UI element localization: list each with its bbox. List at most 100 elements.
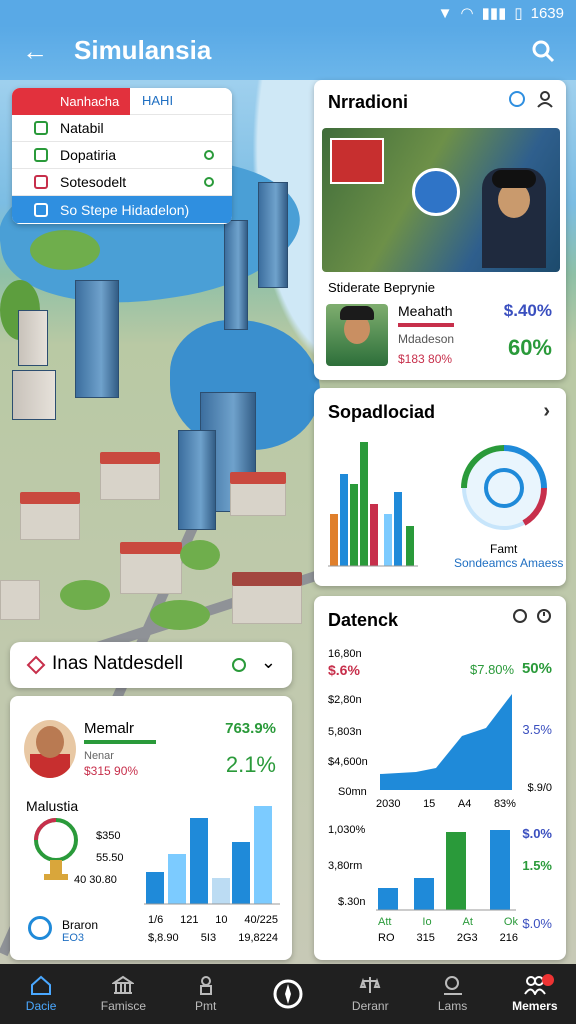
back-arrow-icon[interactable]: ← — [22, 36, 52, 66]
bar — [212, 878, 230, 904]
y-label: 5,803n — [328, 726, 362, 738]
x-label: Att — [378, 916, 392, 928]
bottom-navigation: Dacie Famisce Pmt Deranr Lams Memers — [0, 964, 576, 1024]
y-label: 1,030% — [328, 824, 366, 836]
x-label: 15 — [423, 798, 436, 810]
news-person-row[interactable]: Meahath Mdadeson $183 80% $.40% 60% — [314, 297, 566, 373]
roof — [120, 542, 182, 554]
signal-icon: ▮▮▮ — [481, 5, 507, 22]
data-title: Datenck — [328, 610, 399, 630]
checkbox-icon — [34, 121, 48, 135]
screen: ▼ ◠ ▮▮▮ ▯ 1639 ← Simulansia Nanhacha HAH… — [0, 0, 576, 1024]
checkbox-icon — [34, 202, 48, 217]
diamond-pin-icon — [26, 655, 46, 675]
stat-a: $.40% — [503, 301, 552, 320]
building — [20, 500, 80, 540]
stats-title: Sopadlociad — [328, 402, 436, 422]
building — [230, 480, 286, 516]
bar — [378, 888, 398, 910]
news-image[interactable] — [322, 128, 560, 272]
nav-item-members[interactable]: Memers — [494, 964, 576, 1024]
x-label: 1/6 — [148, 914, 164, 926]
layer-legend-panel: Nanhacha HAHI Natabil Dopatiria Sotesode… — [12, 88, 232, 224]
chevron-down-icon[interactable]: ⌄ — [261, 652, 276, 673]
legend-item[interactable]: Natabil — [12, 115, 232, 142]
location-card[interactable]: Inas Natdesdell ⌄ — [10, 642, 292, 688]
bar — [190, 818, 208, 904]
radio-icon — [204, 150, 214, 160]
officer-figure — [482, 168, 546, 268]
tree — [60, 580, 110, 610]
bar — [384, 514, 392, 566]
left-val: $350 — [96, 830, 121, 842]
legend-item[interactable]: Nanhacha HAHI — [12, 88, 232, 115]
chevron-right-icon[interactable]: › — [543, 400, 550, 423]
avatar[interactable] — [24, 720, 76, 778]
left-val: 40 30.80 — [74, 874, 117, 886]
tree — [150, 600, 210, 630]
home-icon — [31, 975, 52, 995]
nav-item-pmt[interactable]: Pmt — [165, 964, 247, 1024]
bar — [490, 830, 510, 910]
row1-right: 50% — [521, 660, 552, 677]
building — [232, 580, 302, 624]
roof — [100, 452, 160, 464]
stat-b: 60% — [507, 335, 552, 360]
skyscraper — [18, 310, 48, 366]
profile-bar-chart — [144, 806, 280, 905]
y-label: 16,80n — [328, 648, 362, 660]
legend-item[interactable]: Sotesodelt — [12, 169, 232, 196]
legend-item-label: Nanhacha — [60, 94, 120, 109]
emblem-icon — [330, 138, 384, 184]
clock-icon[interactable] — [536, 608, 552, 624]
news-title: Nrradioni — [328, 92, 409, 112]
nav-item-home[interactable]: Dacie — [0, 964, 82, 1024]
x-label: 40/225 — [244, 914, 278, 926]
statistics-panel: Sopadlociad › Famt Sondeamcs Amaess — [314, 388, 566, 586]
refresh-icon[interactable] — [28, 916, 52, 940]
x-value: 315 — [416, 932, 435, 944]
bar — [330, 514, 338, 566]
bar — [360, 442, 368, 566]
roof — [230, 472, 286, 484]
legend-item-label: Sotesodelt — [60, 174, 127, 190]
refresh-icon[interactable] — [230, 656, 248, 674]
x-value: 216 — [499, 932, 518, 944]
search-icon[interactable] — [528, 36, 558, 66]
nav-item-gov[interactable]: Famisce — [82, 964, 164, 1024]
page-title: Simulansia — [74, 35, 212, 65]
bar-right: $.0% — [522, 826, 552, 841]
gauge-label: Famt — [490, 542, 518, 556]
location-title: Inas Natdesdell — [52, 653, 183, 674]
info-icon[interactable] — [508, 90, 526, 108]
wifi-icon: ◠ — [460, 5, 474, 22]
x-label: Ok — [503, 916, 518, 928]
bar-chart — [376, 830, 516, 911]
status-bar: ▼ ◠ ▮▮▮ ▯ 1639 — [0, 0, 576, 26]
info-icon[interactable] — [512, 608, 528, 624]
bar — [414, 878, 434, 910]
profile-icon[interactable] — [536, 90, 554, 108]
building — [0, 580, 40, 620]
legend-item[interactable]: So Stepe Hidadelon) — [12, 196, 232, 223]
bar — [370, 504, 378, 566]
location-icon: ▼ — [437, 4, 453, 22]
area-right: $.9/0 — [527, 782, 552, 794]
avatar — [326, 304, 388, 366]
skyscraper — [12, 370, 56, 420]
nav-item-deranr[interactable]: Deranr — [329, 964, 411, 1024]
bottom-sub: EO3 — [62, 932, 85, 944]
profile-x-axis: 1/6 121 10 40/225 — [148, 914, 278, 926]
x-value: 2G3 — [456, 932, 478, 944]
notification-badge — [541, 974, 554, 986]
nav-item-lams[interactable]: Lams — [411, 964, 493, 1024]
x-label: 83% — [493, 798, 516, 810]
legend-item[interactable]: Dopatiria — [12, 142, 232, 169]
island — [30, 230, 100, 270]
radio-icon — [204, 177, 214, 187]
roof — [20, 492, 80, 504]
left-val: 55.50 — [96, 852, 124, 864]
nav-label: Famisce — [100, 999, 147, 1013]
nav-item-compass[interactable] — [247, 964, 329, 1024]
y-label: 3,80rm — [328, 860, 363, 872]
